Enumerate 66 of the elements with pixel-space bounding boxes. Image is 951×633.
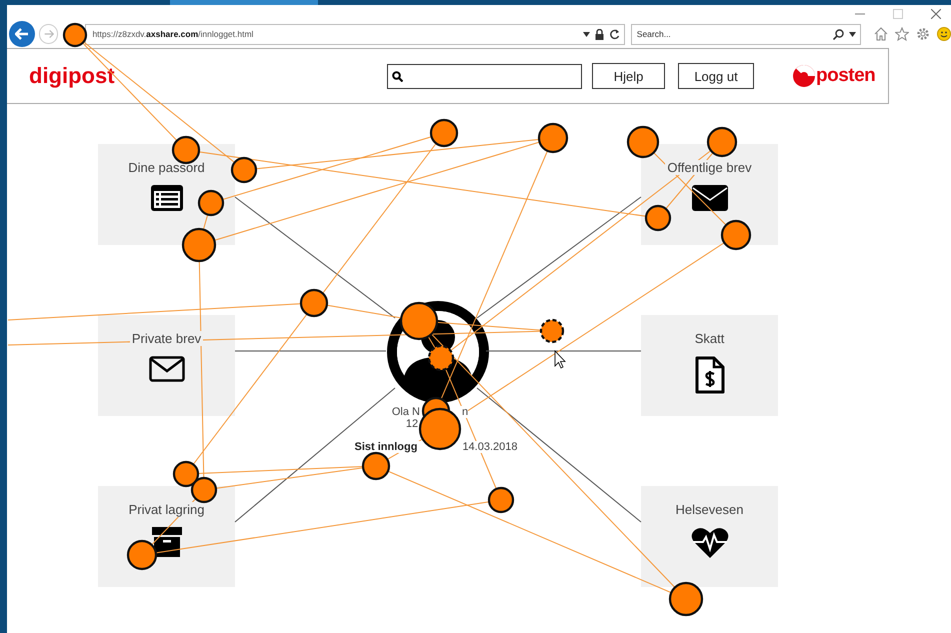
dropdown-icon[interactable]	[849, 32, 856, 36]
back-button[interactable]	[9, 21, 35, 47]
fixation-marker	[300, 288, 328, 318]
arrow-icon	[44, 29, 54, 39]
dropdown-icon[interactable]	[582, 32, 590, 36]
tile-label: Offentlige brev	[665, 160, 754, 175]
cursor-icon	[554, 350, 566, 369]
header-button[interactable]: Hjelp	[592, 63, 665, 89]
fixation-marker	[668, 582, 704, 616]
tile-label: Skatt	[692, 331, 726, 346]
refresh-icon[interactable]	[608, 28, 620, 40]
tile-label: Helsevesen	[674, 502, 746, 517]
list-card-icon	[150, 185, 182, 211]
fixation-marker	[62, 22, 88, 48]
fixation-marker	[198, 190, 224, 216]
smiley-icon[interactable]	[937, 27, 951, 41]
tile-label: Private brev	[130, 331, 204, 346]
url-text: https://z8zxdv.axshare.com/innlogget.html	[92, 29, 254, 39]
browser-search-field[interactable]: Search...	[630, 24, 861, 44]
fixation-marker	[430, 118, 458, 148]
fixation-marker	[540, 318, 564, 344]
heart-pulse-icon	[690, 527, 728, 559]
fixation-marker	[190, 476, 218, 504]
fixation-marker	[626, 126, 660, 158]
last-login-date: 14.03.2018	[462, 441, 518, 453]
fixation-marker	[182, 228, 216, 262]
user-name: n	[462, 406, 468, 418]
settings-icon[interactable]	[916, 27, 930, 41]
header-button[interactable]: Logg ut	[678, 63, 754, 89]
envelope-icon	[692, 185, 728, 211]
user-number: 12	[406, 418, 418, 430]
category-tile[interactable]: Private brev	[98, 315, 235, 416]
fixation-marker	[428, 344, 454, 372]
fixation-marker	[362, 452, 390, 480]
fixation-marker	[172, 136, 200, 164]
fixation-marker	[538, 122, 568, 154]
user-name: Ola N	[392, 406, 420, 418]
envelope-icon	[148, 356, 184, 382]
site-logo[interactable]: digipost	[29, 63, 387, 89]
tile-label: Privat lagring	[126, 502, 206, 517]
tile-label: Dine passord	[126, 160, 207, 175]
last-login-label: Sist innlogg	[354, 441, 418, 453]
archive-box-icon	[152, 527, 182, 557]
dollar-document-icon	[694, 356, 724, 394]
brand-name: posten	[816, 65, 876, 87]
search-field[interactable]	[387, 64, 582, 88]
fixation-marker	[644, 204, 672, 232]
close-icon[interactable]	[931, 8, 941, 18]
brand-logo-icon	[793, 65, 815, 87]
category-tile[interactable]: Skatt	[641, 315, 778, 416]
lock-icon	[594, 28, 604, 40]
fixation-marker	[172, 460, 200, 488]
category-tile[interactable]: Privat lagring	[98, 486, 235, 587]
search-icon	[392, 70, 403, 82]
arrow-icon	[14, 28, 29, 40]
search-placeholder: Search...	[636, 29, 671, 39]
category-tile[interactable]: Helsevesen	[641, 486, 778, 587]
address-field[interactable]: https://z8zxdv.axshare.com/innlogget.html	[85, 24, 625, 44]
star-icon[interactable]	[895, 27, 909, 41]
fixation-marker	[488, 486, 514, 514]
home-icon[interactable]	[874, 27, 888, 41]
fixation-marker	[230, 156, 258, 184]
fixation-marker	[706, 126, 738, 158]
search-icon[interactable]	[833, 28, 844, 40]
fixation-marker	[720, 220, 752, 250]
fixation-marker	[400, 302, 438, 340]
